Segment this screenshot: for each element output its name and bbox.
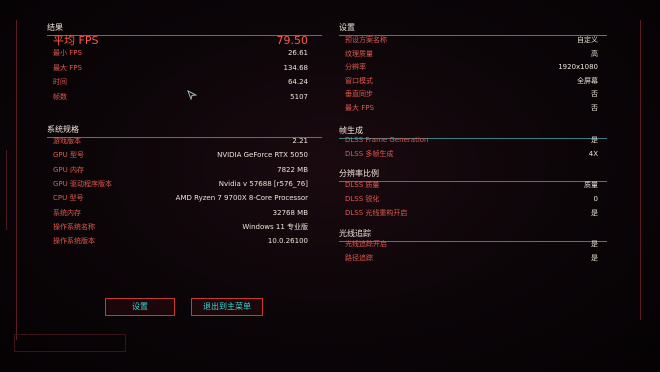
system-spec-label: 游戏版本 <box>53 137 81 145</box>
system-spec-label: CPU 型号 <box>53 194 84 203</box>
system-spec-row: GPU 内存 7822 MB <box>53 165 308 176</box>
avg-fps-value: 79.50 <box>276 34 309 47</box>
side-decoration <box>6 150 13 230</box>
frame-gen-value: 是 <box>591 136 598 144</box>
setting-row: 窗口模式 全屏幕 <box>345 76 598 87</box>
right-border-line <box>640 20 641 320</box>
res-scaling-row: DLSS 光线重构开启 是 <box>345 208 598 219</box>
ray-tracing-label: 路径追踪 <box>345 254 373 262</box>
setting-label: 纹理质量 <box>345 49 373 58</box>
system-spec-value: AMD Ryzen 7 9700X 8-Core Processor <box>175 194 308 203</box>
res-scaling-value: 质量 <box>584 181 598 189</box>
results-label: 帧数 <box>53 92 67 101</box>
frame-gen-label: DLSS 多帧生成 <box>345 150 394 158</box>
system-spec-row: 游戏版本 2.21 <box>53 136 308 147</box>
results-row: 时间 64.24 <box>53 77 308 88</box>
system-spec-value: 10.0.26100 <box>267 237 308 246</box>
exit-to-main-menu-button[interactable]: 退出到主菜单 <box>191 298 263 316</box>
avg-fps-label: 平均 FPS <box>53 34 99 47</box>
system-spec-label: 操作系统名称 <box>53 222 95 231</box>
system-spec-value: 7822 MB <box>277 165 308 174</box>
setting-value: 全屏幕 <box>577 76 598 85</box>
setting-value: 自定义 <box>577 36 598 44</box>
ray-tracing-label: 光线追踪开启 <box>345 240 387 248</box>
ray-tracing-row: 路径追踪 是 <box>345 253 598 264</box>
avg-fps-row: 平均 FPS 79.50 <box>53 34 308 48</box>
res-scaling-value: 是 <box>591 208 598 217</box>
setting-label: 垂直同步 <box>345 90 373 99</box>
settings-button[interactable]: 设置 <box>105 298 175 316</box>
system-spec-label: GPU 内存 <box>53 165 84 174</box>
system-spec-row: GPU 驱动程序版本 Nvidia v 57688 [r576_76] <box>53 179 308 190</box>
res-scaling-value: 0 <box>593 194 598 203</box>
system-spec-row: GPU 型号 NVIDIA GeForce RTX 5050 <box>53 150 308 161</box>
setting-value: 否 <box>591 104 598 112</box>
system-spec-value: NVIDIA GeForce RTX 5050 <box>217 151 308 160</box>
setting-row: 纹理质量 高 <box>345 49 598 60</box>
setting-row: 分辨率 1920x1080 <box>345 62 598 73</box>
frame-gen-row: DLSS 多帧生成 4X <box>345 149 598 160</box>
setting-value: 高 <box>591 49 598 58</box>
ray-tracing-row: 光线追踪开启 是 <box>345 239 598 250</box>
res-scaling-label: DLSS 锐化 <box>345 194 380 203</box>
frame-gen-row: DLSS Frame Generation 是 <box>345 135 598 146</box>
results-label: 最大 FPS <box>53 63 82 72</box>
res-scaling-label: DLSS 光线重构开启 <box>345 208 408 217</box>
frame-gen-value: 4X <box>588 150 598 158</box>
system-spec-row: CPU 型号 AMD Ryzen 7 9700X 8-Core Processor <box>53 193 308 204</box>
res-scaling-row: DLSS 质量 质量 <box>345 180 598 191</box>
setting-row: 预设方案名称 自定义 <box>345 35 598 46</box>
system-spec-label: GPU 驱动程序版本 <box>53 179 112 188</box>
system-spec-value: 2.21 <box>292 137 308 145</box>
setting-label: 最大 FPS <box>345 104 374 112</box>
results-label: 最小 FPS <box>53 49 82 57</box>
system-spec-label: 系统内存 <box>53 208 81 217</box>
setting-label: 分辨率 <box>345 63 366 72</box>
ray-tracing-value: 是 <box>591 254 598 262</box>
frame-gen-label: DLSS Frame Generation <box>345 136 429 144</box>
system-spec-value: Windows 11 专业版 <box>242 222 308 231</box>
settings-header: 设置 <box>339 22 607 36</box>
results-value: 26.61 <box>287 49 308 57</box>
res-scaling-label: DLSS 质量 <box>345 181 380 189</box>
system-spec-value: Nvidia v 57688 [r576_76] <box>218 179 308 188</box>
setting-value: 1920x1080 <box>558 63 598 72</box>
results-value: 134.68 <box>283 63 309 72</box>
results-value: 64.24 <box>287 78 308 86</box>
system-spec-row: 操作系统版本 10.0.26100 <box>53 236 308 247</box>
system-spec-label: 操作系统版本 <box>53 237 95 246</box>
setting-value: 否 <box>591 90 598 99</box>
results-row: 帧数 5107 <box>53 92 308 103</box>
res-scaling-row: DLSS 锐化 0 <box>345 194 598 205</box>
setting-label: 窗口模式 <box>345 76 373 85</box>
system-spec-row: 系统内存 32768 MB <box>53 208 308 219</box>
setting-label: 预设方案名称 <box>345 36 387 44</box>
system-spec-row: 操作系统名称 Windows 11 专业版 <box>53 222 308 233</box>
bottom-left-decoration <box>14 334 126 352</box>
system-spec-label: GPU 型号 <box>53 151 84 160</box>
system-spec-value: 32768 MB <box>272 208 308 217</box>
results-row: 最小 FPS 26.61 <box>53 48 308 59</box>
left-border-line <box>16 20 17 340</box>
results-row: 最大 FPS 134.68 <box>53 63 308 74</box>
ray-tracing-value: 是 <box>591 240 598 248</box>
results-value: 5107 <box>290 92 308 101</box>
setting-row: 最大 FPS 否 <box>345 103 598 114</box>
setting-row: 垂直同步 否 <box>345 89 598 100</box>
results-label: 时间 <box>53 78 67 86</box>
